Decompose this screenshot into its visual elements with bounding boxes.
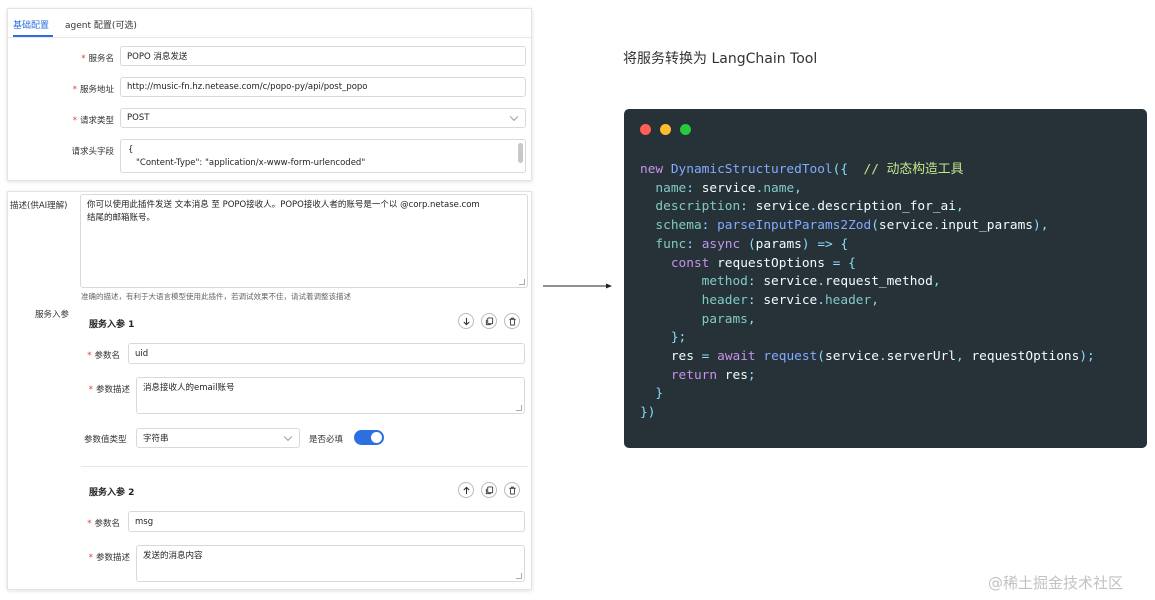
resize-grip-icon[interactable] bbox=[516, 405, 522, 411]
param-2-title: 服务入参 2 bbox=[89, 488, 135, 498]
code-line: func: async (params) => { bbox=[655, 236, 849, 252]
service-url-input[interactable]: http://music-fn.hz.netease.com/c/popo-py… bbox=[120, 77, 526, 97]
params-section-label: 服务入参 bbox=[35, 310, 70, 320]
window-maximize-dot bbox=[680, 124, 691, 135]
code-line: res = await request(service.serverUrl, r… bbox=[670, 349, 1095, 365]
copy-param-2-button[interactable] bbox=[481, 482, 497, 498]
conversion-title: 将服务转换为 LangChain Tool bbox=[623, 51, 818, 67]
code-line: } bbox=[655, 386, 664, 402]
tab-agent-config[interactable]: agent 配置(可选) bbox=[65, 18, 137, 31]
param-1-title: 服务入参 1 bbox=[89, 320, 135, 330]
trash-icon bbox=[508, 317, 516, 326]
param-2-desc-label: * 参数描述 bbox=[88, 553, 130, 563]
service-name-input[interactable]: POPO 消息发送 bbox=[120, 46, 526, 66]
toggle-knob bbox=[371, 432, 382, 443]
resize-grip-icon[interactable] bbox=[519, 279, 525, 285]
tab-basic-config[interactable]: 基础配置 bbox=[13, 18, 49, 31]
headers-textarea[interactable]: { "Content-Type": "application/x-www-for… bbox=[120, 139, 526, 173]
trash-icon bbox=[508, 486, 516, 495]
config-tabs: 基础配置 agent 配置(可选) bbox=[8, 9, 531, 39]
watermark: @稀土掘金技术社区 bbox=[988, 574, 1124, 592]
copy-icon bbox=[485, 485, 493, 494]
param-2-desc-textarea[interactable]: 发送的消息内容 bbox=[136, 545, 525, 582]
description-line-2: 结尾的邮箱账号。 bbox=[87, 213, 156, 223]
param-1-type-label: 参数值类型 bbox=[84, 435, 127, 445]
param-2-desc-value: 发送的消息内容 bbox=[143, 551, 203, 561]
chevron-down-icon bbox=[283, 432, 293, 442]
param-1-type-select[interactable]: 字符串 bbox=[136, 428, 300, 448]
resize-grip-icon[interactable] bbox=[516, 573, 522, 579]
service-name-label: * 服务名 bbox=[81, 54, 114, 64]
service-detail-panel: 描述(供AI理解) 你可以使用此插件发送 文本消息 至 POPO接收人。POPO… bbox=[7, 191, 532, 590]
arrow-down-icon bbox=[462, 317, 470, 325]
code-line: schema: parseInputParams2Zod(service.inp… bbox=[655, 218, 1049, 234]
code-line: }; bbox=[670, 330, 687, 346]
copy-param-1-button[interactable] bbox=[481, 313, 497, 329]
arrow-up-icon bbox=[462, 486, 470, 494]
description-label: 描述(供AI理解) bbox=[10, 201, 68, 211]
description-hint: 准确的描述，有利于大语言模型使用此插件，若调试效果不佳，请试着调整该描述 bbox=[81, 292, 351, 301]
param-1-required-toggle[interactable] bbox=[354, 430, 384, 445]
param-1-desc-label: * 参数描述 bbox=[88, 385, 130, 395]
code-line: const requestOptions = { bbox=[670, 255, 856, 271]
arrow-right-icon bbox=[543, 283, 612, 289]
tabs-divider bbox=[8, 37, 531, 38]
param-divider bbox=[81, 466, 528, 467]
code-line: params, bbox=[701, 311, 756, 327]
code-window: new DynamicStructuredTool({ // 动态构造工具 na… bbox=[624, 109, 1147, 448]
headers-label: 请求头字段 bbox=[71, 147, 114, 157]
delete-param-1-button[interactable] bbox=[504, 313, 520, 329]
code-line: new DynamicStructuredTool({ // 动态构造工具 bbox=[640, 162, 964, 177]
code-line: return res; bbox=[670, 367, 756, 383]
move-down-button[interactable] bbox=[458, 313, 474, 329]
param-2-name-label: * 参数名 bbox=[87, 519, 120, 529]
delete-param-2-button[interactable] bbox=[504, 482, 520, 498]
headers-scrollbar[interactable] bbox=[518, 143, 523, 163]
basic-config-panel: 基础配置 agent 配置(可选) * 服务名 POPO 消息发送 * 服务地址 h… bbox=[7, 8, 532, 181]
param-1-type-value: 字符串 bbox=[143, 434, 169, 444]
code-line: name: service.name, bbox=[655, 180, 802, 196]
request-type-label: * 请求类型 bbox=[72, 116, 114, 126]
chevron-down-icon bbox=[509, 112, 519, 122]
param-2-name-input[interactable]: msg bbox=[128, 511, 525, 532]
window-close-dot bbox=[640, 124, 651, 135]
code-block: new DynamicStructuredTool({ // 动态构造工具 na… bbox=[640, 161, 1095, 423]
code-line: method: service.request_method, bbox=[701, 274, 941, 290]
request-type-select[interactable]: POST bbox=[120, 108, 526, 128]
window-minimize-dot bbox=[660, 124, 671, 135]
description-line-1: 你可以使用此插件发送 文本消息 至 POPO接收人。POPO接收人者的账号是一个… bbox=[87, 200, 480, 210]
headers-line-1: { bbox=[128, 145, 134, 155]
code-line: description: service.description_for_ai, bbox=[655, 199, 964, 215]
move-up-button[interactable] bbox=[458, 482, 474, 498]
param-1-name-label: * 参数名 bbox=[87, 351, 120, 361]
code-line: }) bbox=[640, 405, 656, 421]
copy-icon bbox=[485, 316, 493, 325]
headers-line-2: "Content-Type": "application/x-www-form-… bbox=[136, 158, 366, 168]
request-type-value: POST bbox=[127, 113, 150, 123]
param-1-desc-textarea[interactable]: 消息接收人的email账号 bbox=[136, 377, 525, 414]
param-1-name-input[interactable]: uid bbox=[128, 343, 525, 364]
code-line: header: service.header, bbox=[701, 292, 879, 308]
param-1-required-label: 是否必填 bbox=[309, 435, 344, 445]
description-textarea[interactable]: 你可以使用此插件发送 文本消息 至 POPO接收人。POPO接收人者的账号是一个… bbox=[80, 194, 528, 288]
param-1-desc-value: 消息接收人的email账号 bbox=[143, 383, 235, 393]
service-url-label: * 服务地址 bbox=[72, 85, 114, 95]
